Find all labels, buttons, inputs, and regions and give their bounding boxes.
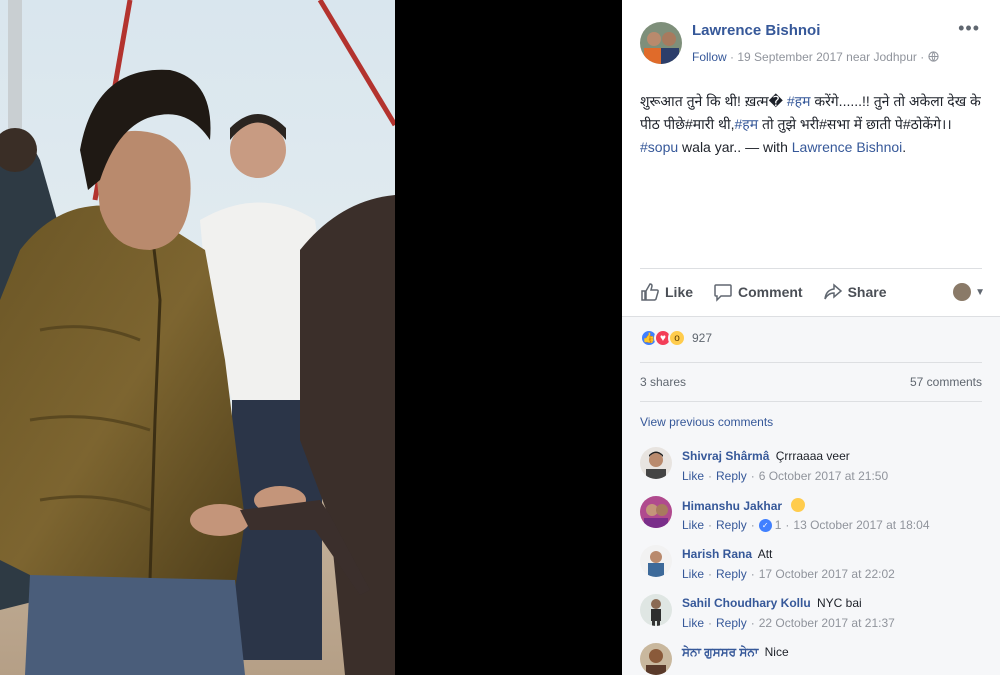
commenter-name-link[interactable]: ਸੇਨਾ ਗੁਸਸਰ ਸੇਨਾ [682, 645, 758, 659]
share-button[interactable]: Share [823, 282, 887, 302]
like-button[interactable]: Like [640, 282, 693, 302]
post-location: near Jodhpur [846, 50, 917, 64]
dot-separator: · [708, 469, 713, 483]
tagged-user-link[interactable]: Lawrence Bishnoi [792, 139, 903, 155]
author-avatar[interactable] [640, 22, 682, 64]
like-label: Like [665, 284, 694, 300]
actions-divider [640, 268, 982, 269]
comment-meta: Like · Reply · ✓ 1 · 13 October 2017 at 18:… [682, 518, 930, 532]
share-label: Share [847, 284, 887, 300]
globe-icon [927, 51, 939, 62]
comment-icon [714, 284, 732, 302]
comment-meta: Like · Reply · 22 October 2017 at 21:37 [682, 616, 895, 630]
comment-like-badge-icon: ✓ [758, 518, 772, 532]
comment-label: Comment [738, 284, 803, 300]
post-text-end: . [902, 139, 907, 155]
dot-separator: · [708, 567, 713, 581]
commenter-name-link[interactable]: Harish Rana [682, 547, 752, 561]
comment-item: Harish Rana Att Like · Reply · 17 October … [640, 545, 985, 591]
photo-viewer [0, 0, 622, 675]
comment-time-link[interactable]: 6 October 2017 at 21:50 [759, 469, 888, 483]
hashtag-link-2[interactable]: #हम [734, 116, 758, 132]
comment-body: Shivraj Shârmâ Çrrraaaa veer [682, 449, 850, 463]
caret-down-icon: ▼ [975, 286, 985, 298]
comment-item: ਸੇਨਾ ਗੁਸਸਰ ਸੇਨਾ Nice [640, 643, 985, 675]
post-text-part3: तो तुझे भरी#सभा में छाती पे#ठोकेंगे।। [758, 116, 952, 132]
dot-separator: · [750, 469, 755, 483]
comment-like-link[interactable]: Like [682, 616, 704, 630]
commenter-name-link[interactable]: Shivraj Shârmâ [682, 449, 769, 463]
comment-like-count[interactable]: 1 [775, 518, 782, 532]
commenter-name-link[interactable]: Sahil Choudhary Kollu [682, 596, 811, 610]
dot-separator: · [708, 616, 713, 630]
comment-item: Sahil Choudhary Kollu NYC bai Like · Repl… [640, 594, 985, 640]
reactions-summary[interactable]: 👍 ♥ o 927 [640, 329, 712, 347]
post-text: शुरूआत तुने कि थी! ख़त्म� #हम करेंगे....… [640, 90, 985, 159]
comment-text: NYC bai [817, 596, 862, 610]
comment-text: Att [757, 547, 773, 561]
comment-body: ਸੇਨਾ ਗੁਸਸਰ ਸੇਨਾ Nice [682, 645, 789, 660]
post-header-section: Lawrence Bishnoi ••• Follow · 19 Septemb… [622, 0, 1000, 316]
dot-separator: · [750, 616, 755, 630]
comment-text: Çrrraaaa veer [775, 449, 850, 463]
comments-section: 👍 ♥ o 927 3 shares 57 comments View prev… [622, 316, 1000, 675]
comment-body: Sahil Choudhary Kollu NYC bai [682, 596, 862, 610]
comment-reply-link[interactable]: Reply [716, 567, 747, 581]
comment-meta: Like · Reply · 17 October 2017 at 22:02 [682, 567, 895, 581]
thumbs-up-icon [641, 283, 659, 301]
shares-link[interactable]: 3 shares [640, 375, 686, 389]
hashtag-link-3[interactable]: #sopu [640, 139, 678, 155]
commenter-avatar[interactable] [640, 447, 672, 479]
comment-body: Himanshu Jakhar [682, 498, 806, 513]
author-name-link[interactable]: Lawrence Bishnoi [692, 22, 820, 39]
reaction-count[interactable]: 927 [692, 331, 712, 345]
wow-reaction-icon: o [668, 329, 686, 347]
comment-reply-link[interactable]: Reply [716, 616, 747, 630]
follow-link[interactable]: Follow [692, 50, 727, 64]
dot-separator: · [785, 518, 790, 532]
comment-item: Himanshu Jakhar Like · Reply · ✓ 1 · 13 Oct… [640, 496, 985, 542]
comment-time-link[interactable]: 13 October 2017 at 18:04 [793, 518, 929, 532]
post-meta: Follow · 19 September 2017 near Jodhpur … [692, 50, 939, 64]
comment-time-link[interactable]: 22 October 2017 at 21:37 [759, 616, 895, 630]
post-photo[interactable] [0, 0, 395, 675]
post-as-selector[interactable]: ▼ [953, 283, 985, 301]
share-arrow-icon [823, 283, 842, 300]
post-actions: Like Comment Share ▼ [640, 280, 985, 304]
dot-separator: · [708, 518, 713, 532]
comment-time-link[interactable]: 17 October 2017 at 22:02 [759, 567, 895, 581]
commenter-avatar[interactable] [640, 594, 672, 626]
commenter-avatar[interactable] [640, 545, 672, 577]
post-panel: Lawrence Bishnoi ••• Follow · 19 Septemb… [622, 0, 1000, 675]
comments-count-link[interactable]: 57 comments [910, 375, 982, 389]
profile-avatar-icon [953, 283, 972, 301]
comment-reply-link[interactable]: Reply [716, 518, 747, 532]
comment-text: Nice [764, 645, 789, 659]
post-date-link[interactable]: 19 September 2017 [737, 50, 842, 64]
meta-separator-2: · [920, 50, 928, 64]
commenter-avatar[interactable] [640, 496, 672, 528]
hashtag-link-1[interactable]: #हम [787, 93, 811, 109]
post-text-part4: wala yar.. — with [678, 139, 792, 155]
divider [640, 401, 982, 402]
comment-reply-link[interactable]: Reply [716, 469, 747, 483]
divider [640, 362, 982, 363]
commenter-avatar[interactable] [640, 643, 672, 675]
dot-separator: · [750, 567, 755, 581]
comment-like-link[interactable]: Like [682, 469, 704, 483]
dot-separator: · [750, 518, 755, 532]
comment-item: Shivraj Shârmâ Çrrraaaa veer Like · Reply… [640, 447, 985, 493]
comment-body: Harish Rana Att [682, 547, 772, 561]
comment-button[interactable]: Comment [713, 282, 803, 302]
more-options-icon[interactable]: ••• [958, 18, 980, 39]
kiss-emoji-icon [791, 498, 806, 512]
post-text-part1: शुरूआत तुने कि थी! ख़त्म� [640, 93, 787, 109]
comment-meta: Like · Reply · 6 October 2017 at 21:50 [682, 469, 888, 483]
commenter-name-link[interactable]: Himanshu Jakhar [682, 499, 782, 513]
view-previous-comments-link[interactable]: View previous comments [640, 415, 773, 429]
comment-like-link[interactable]: Like [682, 567, 704, 581]
comment-like-link[interactable]: Like [682, 518, 704, 532]
